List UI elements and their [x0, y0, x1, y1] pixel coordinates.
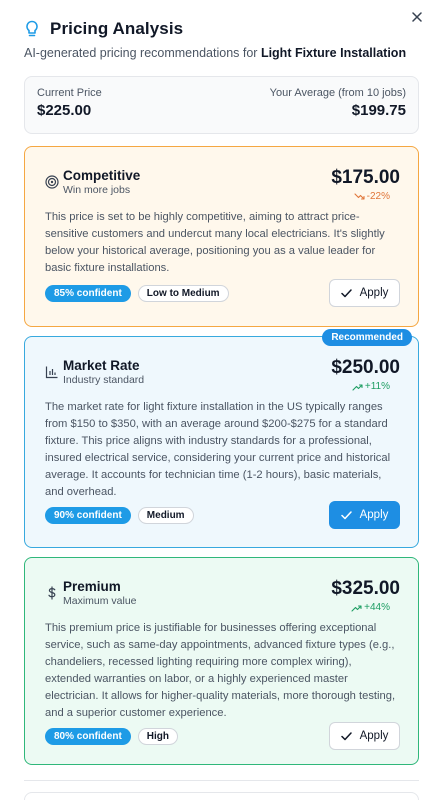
option-description: This premium price is justifiable for bu… — [45, 622, 396, 719]
option-description: The market rate for light fixture instal… — [45, 401, 391, 498]
option-chips: 85% confident Low to Medium — [45, 285, 229, 302]
apply-button-market-rate[interactable]: Apply — [329, 501, 400, 529]
apply-label: Apply — [359, 509, 389, 521]
option-name: Competitive — [63, 168, 141, 183]
target-icon — [45, 175, 59, 189]
check-icon — [340, 510, 352, 519]
apply-button-premium[interactable]: Apply — [329, 722, 400, 750]
subtitle-prefix: AI-generated pricing recommendations for — [24, 46, 261, 60]
apply-button-competitive[interactable]: Apply — [329, 279, 400, 307]
close-icon[interactable] — [410, 10, 424, 24]
option-tagline: Win more jobs — [63, 184, 131, 196]
pricing-option-competitive: Competitive Win more jobs $175.00 -22% T… — [24, 146, 419, 327]
modal-header: Pricing Analysis — [24, 18, 414, 40]
level-badge: High — [137, 728, 179, 745]
option-price: $250.00 — [331, 357, 400, 378]
average-price-label: Your Average (from 10 jobs) — [269, 87, 406, 99]
lightbulb-icon — [24, 20, 40, 38]
level-badge: Low to Medium — [137, 285, 229, 302]
trend-up-icon — [351, 604, 362, 612]
level-badge: Medium — [137, 507, 194, 524]
current-price-value: $225.00 — [37, 102, 92, 119]
option-name: Market Rate — [63, 358, 140, 373]
pricing-option-market-rate: Recommended Market Rate Industry standar… — [24, 329, 419, 548]
subtitle: AI-generated pricing recommendations for… — [24, 46, 406, 60]
option-price: $175.00 — [331, 167, 400, 188]
option-tagline: Industry standard — [63, 374, 145, 386]
price-delta-value: +44% — [364, 602, 390, 613]
price-delta: +44% — [351, 602, 390, 613]
service-name: Light Fixture Installation — [260, 46, 407, 60]
option-tagline: Maximum value — [63, 595, 137, 607]
price-summary: Current Price $225.00 Your Average (from… — [24, 76, 419, 134]
trend-down-icon — [354, 192, 365, 200]
price-delta-value: +11% — [364, 381, 390, 392]
option-chips: 80% confident High — [45, 728, 179, 745]
option-price: $325.00 — [331, 578, 400, 599]
next-section-card — [24, 792, 419, 800]
confidence-badge: 85% confident — [45, 285, 131, 302]
price-delta: -22% — [354, 191, 390, 202]
divider — [24, 780, 419, 781]
apply-label: Apply — [359, 730, 389, 742]
option-description: This price is set to be highly competiti… — [45, 211, 385, 274]
confidence-badge: 80% confident — [45, 728, 131, 745]
pricing-option-premium: Premium Maximum value $325.00 +44% This … — [24, 557, 419, 765]
apply-label: Apply — [359, 287, 389, 299]
price-delta: +11% — [352, 381, 390, 392]
bar-chart-icon — [45, 365, 59, 379]
price-delta-value: -22% — [366, 191, 390, 202]
dollar-icon — [45, 586, 59, 600]
option-chips: 90% confident Medium — [45, 507, 194, 524]
check-icon — [340, 731, 352, 740]
current-price-label: Current Price — [37, 87, 102, 99]
recommended-badge: Recommended — [322, 329, 412, 346]
trend-up-icon — [352, 383, 363, 391]
confidence-badge: 90% confident — [45, 507, 131, 524]
check-icon — [340, 288, 352, 297]
average-price-value: $199.75 — [351, 102, 406, 119]
option-name: Premium — [63, 579, 121, 594]
page-title: Pricing Analysis — [50, 19, 184, 38]
